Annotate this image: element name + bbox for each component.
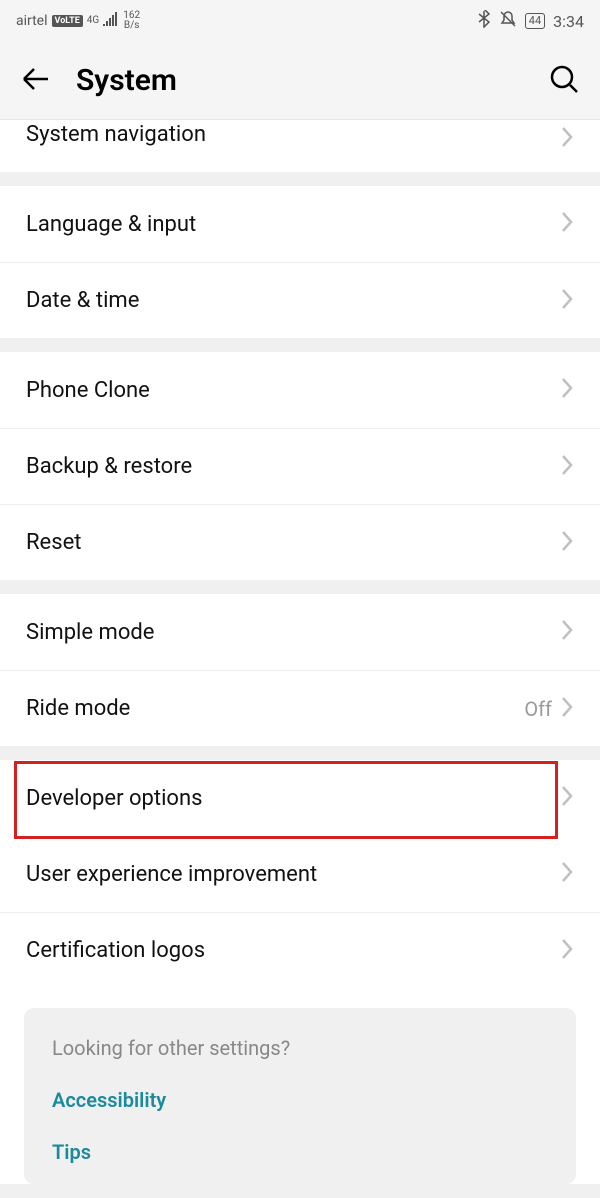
signal-icon — [103, 12, 119, 30]
row-language-input[interactable]: Language & input — [0, 186, 600, 262]
section-mode: Simple mode Ride mode Off — [0, 594, 600, 746]
row-label: Phone Clone — [26, 378, 560, 403]
time-label: 3:34 — [553, 12, 584, 31]
section-backup: Phone Clone Backup & restore Reset — [0, 352, 600, 580]
footer-card: Looking for other settings? Accessibilit… — [24, 1008, 576, 1184]
section-language: Language & input Date & time — [0, 186, 600, 338]
status-left: airtel VoLTE 4G 162 B/s — [16, 11, 140, 31]
chevron-right-icon — [560, 211, 574, 237]
row-date-time[interactable]: Date & time — [0, 262, 600, 338]
row-user-experience[interactable]: User experience improvement — [0, 836, 600, 912]
carrier-label: airtel — [16, 13, 48, 29]
network-label: 4G — [87, 16, 99, 26]
chevron-right-icon — [560, 938, 574, 964]
row-developer-options[interactable]: Developer options — [0, 760, 600, 836]
row-phone-clone[interactable]: Phone Clone — [0, 352, 600, 428]
row-label: Simple mode — [26, 620, 560, 645]
chevron-right-icon — [560, 861, 574, 887]
chevron-right-icon — [560, 785, 574, 811]
row-system-navigation[interactable]: System navigation — [0, 120, 600, 172]
battery-indicator: 44 — [525, 13, 545, 28]
chevron-right-icon — [560, 377, 574, 403]
row-label: Date & time — [26, 288, 560, 313]
row-value: Off — [524, 697, 552, 721]
speed-indicator: 162 B/s — [123, 11, 140, 31]
page-title: System — [76, 63, 548, 98]
chevron-right-icon — [560, 530, 574, 556]
bluetooth-icon — [477, 10, 491, 32]
link-accessibility[interactable]: Accessibility — [52, 1088, 548, 1112]
row-label: User experience improvement — [26, 862, 560, 887]
link-tips[interactable]: Tips — [52, 1140, 548, 1164]
row-label: Certification logos — [26, 938, 560, 963]
footer-title: Looking for other settings? — [52, 1036, 548, 1060]
row-simple-mode[interactable]: Simple mode — [0, 594, 600, 670]
status-bar: airtel VoLTE 4G 162 B/s 44 3:34 — [0, 0, 600, 42]
dnd-icon — [499, 10, 517, 32]
header: System — [0, 42, 600, 120]
row-ride-mode[interactable]: Ride mode Off — [0, 670, 600, 746]
row-backup-restore[interactable]: Backup & restore — [0, 428, 600, 504]
chevron-right-icon — [560, 619, 574, 645]
row-label: Developer options — [26, 786, 560, 811]
status-right: 44 3:34 — [477, 10, 584, 32]
row-label: Reset — [26, 530, 560, 555]
chevron-right-icon — [560, 288, 574, 314]
row-reset[interactable]: Reset — [0, 504, 600, 580]
row-certification-logos[interactable]: Certification logos — [0, 912, 600, 988]
row-label: Ride mode — [26, 696, 524, 721]
back-button[interactable] — [20, 63, 52, 99]
row-label: Backup & restore — [26, 454, 560, 479]
chevron-right-icon — [560, 454, 574, 480]
volte-badge: VoLTE — [52, 15, 83, 27]
chevron-right-icon — [560, 696, 574, 722]
search-button[interactable] — [548, 63, 580, 99]
section-partial: System navigation — [0, 120, 600, 172]
section-dev: Developer options User experience improv… — [0, 760, 600, 1184]
row-label: System navigation — [26, 120, 560, 147]
chevron-right-icon — [560, 126, 574, 152]
row-label: Language & input — [26, 212, 560, 237]
